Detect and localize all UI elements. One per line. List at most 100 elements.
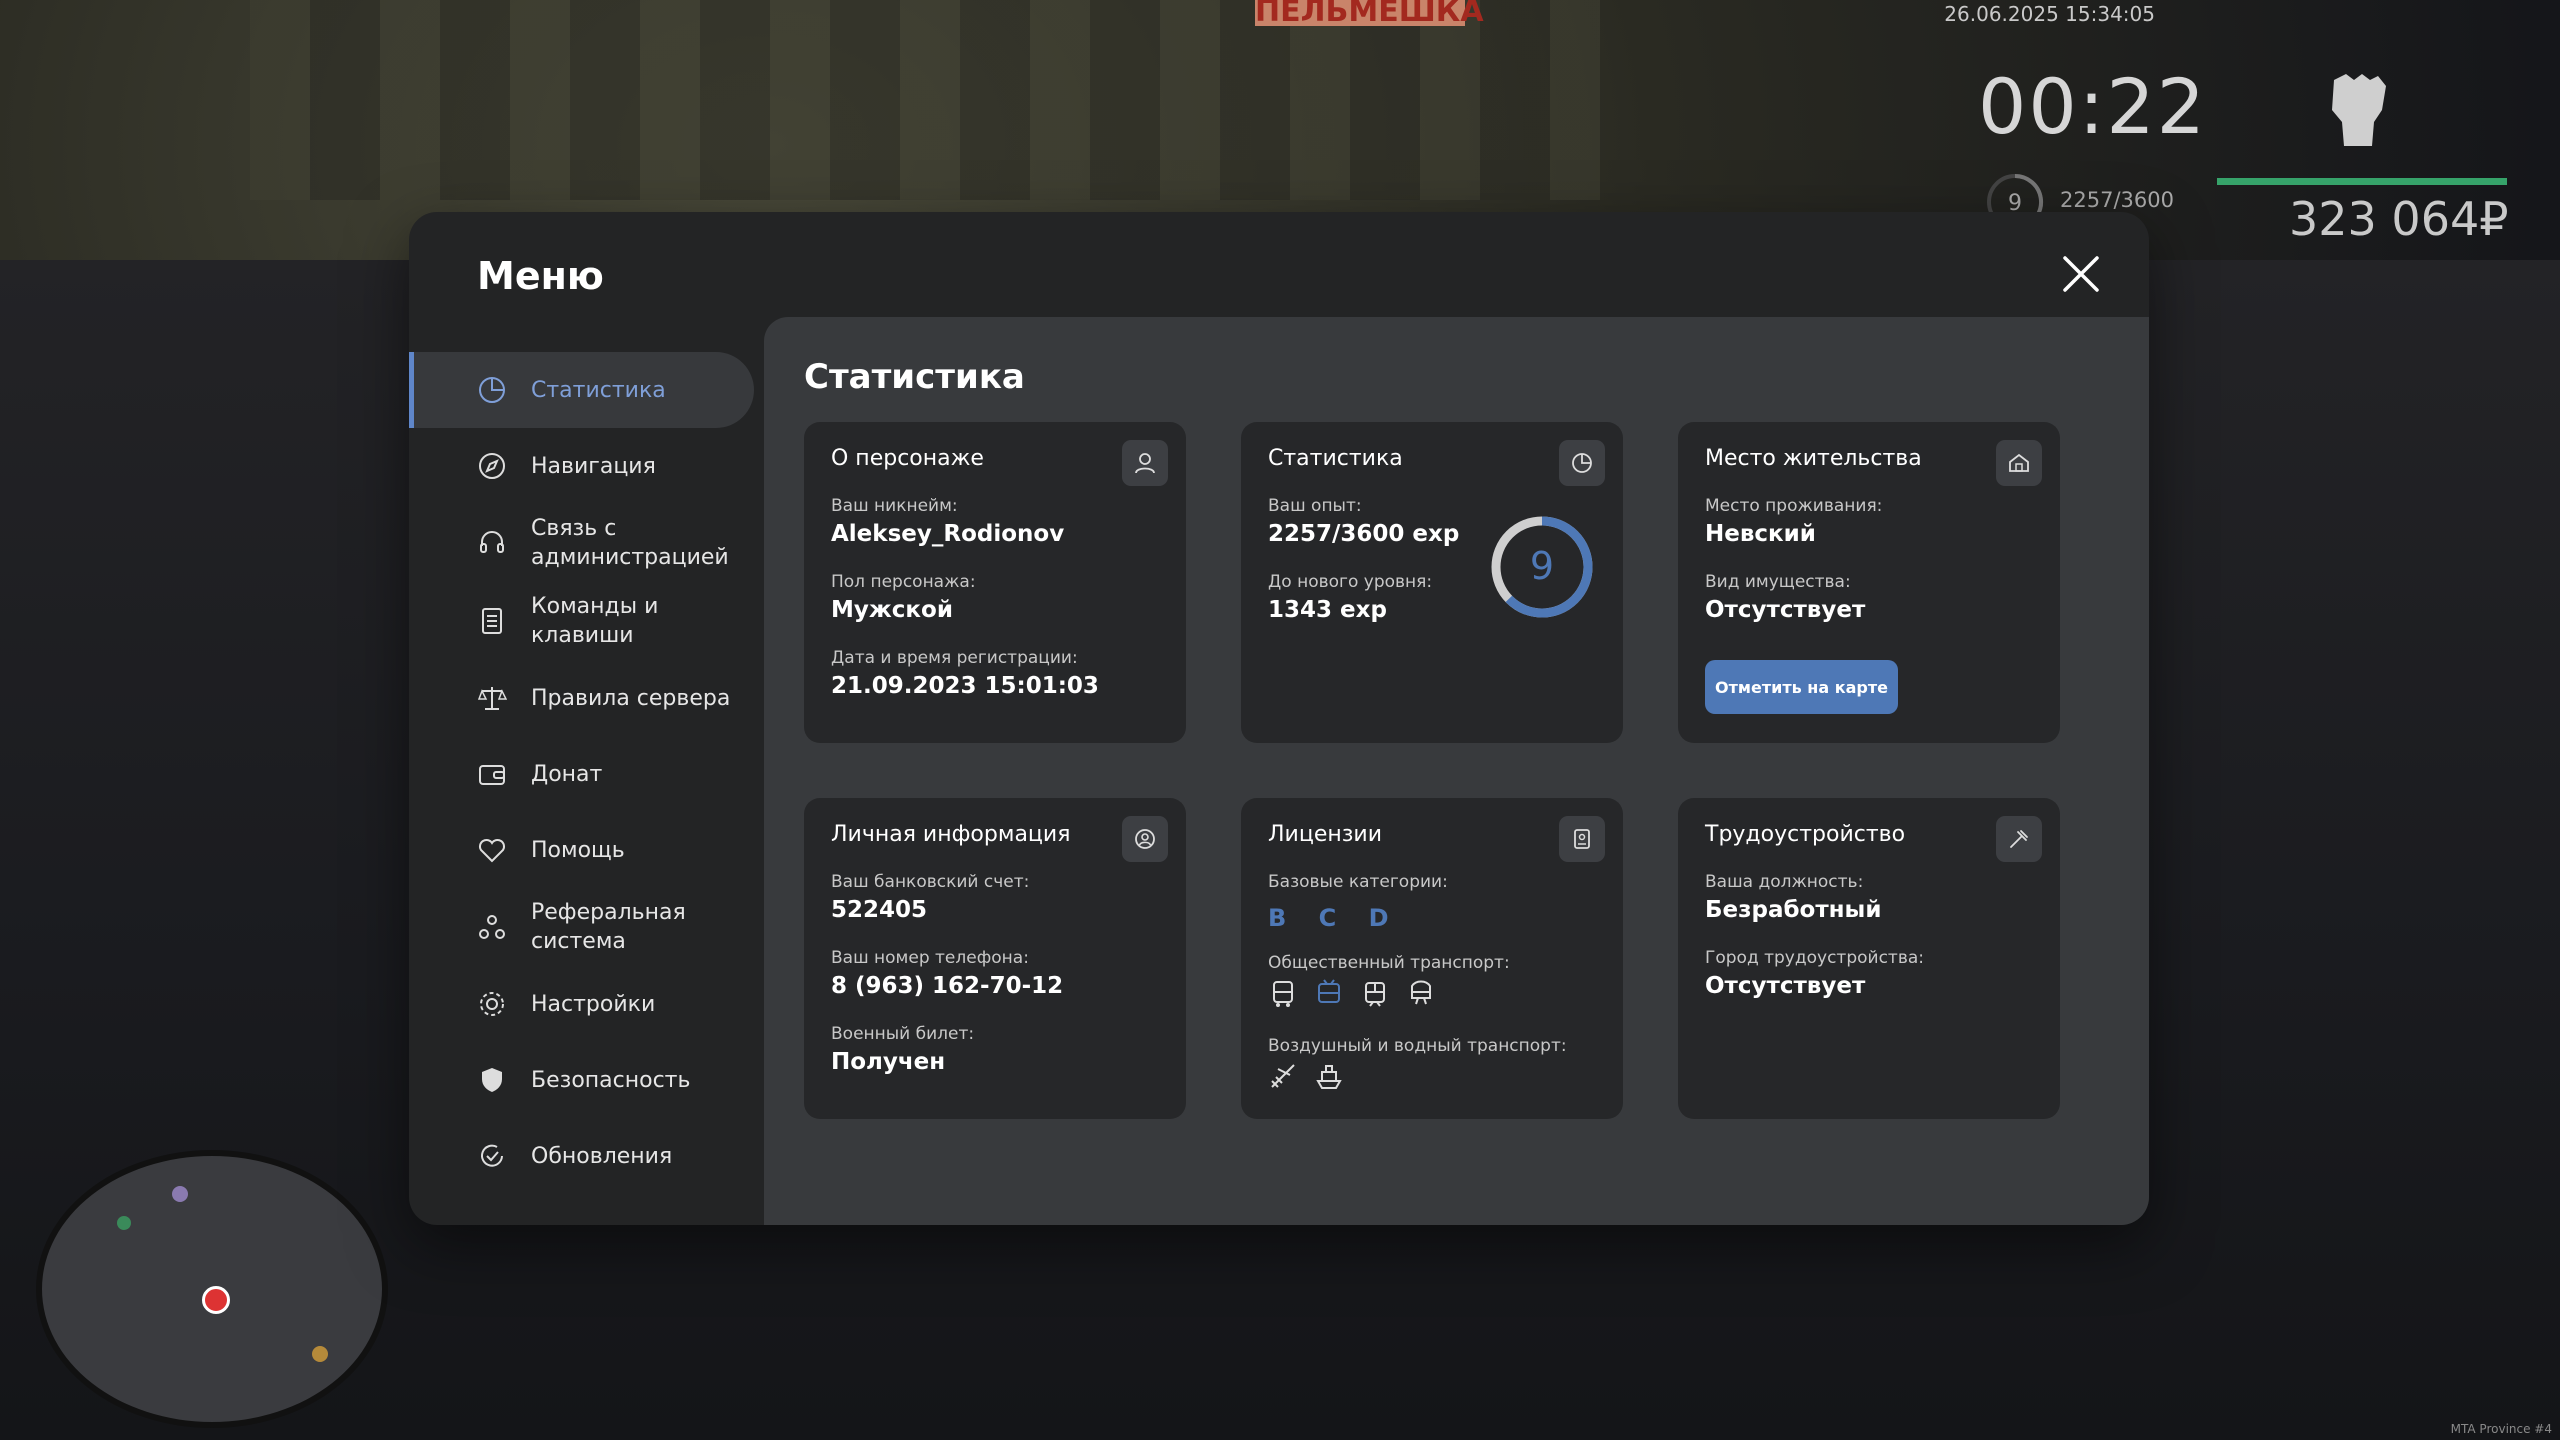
player-marker-icon (202, 1286, 230, 1314)
ship-icon (1316, 1065, 1342, 1089)
card-title: Трудоустройство (1705, 822, 1906, 847)
sidebar-item-commands[interactable]: Команды и клавиши (409, 582, 754, 660)
position-value: Безработный (1705, 897, 1882, 923)
home-icon (2009, 453, 2029, 472)
base-categories-value: B C D (1268, 904, 1401, 932)
air-water-transport-icons (1268, 1061, 1344, 1091)
menu-title: Меню (477, 254, 604, 298)
property-value: Отсутствует (1705, 597, 1866, 623)
building-facade (250, 0, 1600, 200)
sidebar-item-updates[interactable]: Обновления (409, 1118, 754, 1194)
sidebar-item-label: Донат (531, 761, 603, 787)
card-title: Личная информация (831, 822, 1071, 847)
sidebar-item-referral[interactable]: Реферальная система (409, 888, 754, 966)
bus-icon (1273, 981, 1293, 1007)
gear-icon (480, 992, 504, 1016)
referral-icon (479, 915, 505, 939)
card-title: Статистика (1268, 446, 1403, 471)
sidebar-item-rules[interactable]: Правила сервера (409, 660, 754, 736)
nick-value: Aleksey_Rodionov (831, 521, 1065, 547)
position-label: Ваша должность: (1705, 872, 1864, 892)
card-job: Трудоустройство Ваша должность: Безработ… (1678, 798, 2060, 1119)
pie-chart-icon (1572, 453, 1592, 473)
exp-value: 2257/3600 exp (1268, 521, 1460, 547)
level-progress-ring: 9 (1491, 516, 1593, 618)
card-icon (1996, 440, 2042, 486)
close-icon[interactable] (2059, 252, 2103, 296)
reg-value: 21.09.2023 15:01:03 (831, 673, 1099, 699)
card-title: Лицензии (1268, 822, 1383, 847)
sidebar-item-label: Настройки (531, 991, 656, 1017)
sidebar-item-label: Статистика (531, 377, 666, 403)
phone-value: 8 (963) 162-70-12 (831, 973, 1064, 999)
sidebar-item-label: Связь с администрацией (531, 516, 729, 570)
job-city-label: Город трудоустройства: (1705, 948, 1924, 968)
sidebar-item-settings[interactable]: Настройки (409, 966, 754, 1042)
exp-label: Ваш опыт: (1268, 496, 1362, 516)
map-blip-icon (172, 1186, 188, 1202)
gender-value: Мужской (831, 597, 953, 623)
trolleybus-icon (1318, 979, 1340, 1003)
hud-clock: 00:22 (1978, 62, 2208, 151)
next-level-value: 1343 exp (1268, 597, 1387, 623)
card-title: Место жительства (1705, 446, 1922, 471)
phone-label: Ваш номер телефона: (831, 948, 1029, 968)
military-value: Получен (831, 1049, 946, 1075)
job-city-value: Отсутствует (1705, 973, 1866, 999)
sidebar: Статистика Навигация Связь с администрац… (409, 352, 754, 1194)
card-stats: Статистика Ваш опыт: 2257/3600 exp До но… (1241, 422, 1623, 743)
reg-label: Дата и время регистрации: (831, 648, 1078, 668)
sidebar-item-security[interactable]: Безопасность (409, 1042, 754, 1118)
map-blip-icon (312, 1346, 328, 1362)
place-value: Невский (1705, 521, 1816, 547)
base-categories-label: Базовые категории: (1268, 872, 1448, 892)
sidebar-item-label: Навигация (531, 453, 656, 479)
compass-icon (479, 453, 505, 479)
military-label: Военный билет: (831, 1024, 975, 1044)
sidebar-item-donate[interactable]: Донат (409, 736, 754, 812)
card-character: О персонаже Ваш никнейм: Aleksey_Rodiono… (804, 422, 1186, 743)
content-title: Статистика (804, 357, 1025, 397)
shop-sign: ПЕЛЬМЕШКА (1255, 0, 1484, 29)
minimap (36, 1150, 388, 1428)
mark-on-map-button[interactable]: Отметить на карте (1705, 660, 1898, 714)
bank-label: Ваш банковский счет: (831, 872, 1030, 892)
hud-exp: 2257/3600 (2060, 188, 2174, 212)
heart-hand-icon (478, 838, 506, 863)
content-area: Статистика О персонаже Ваш никнейм: Alek… (764, 317, 2149, 1225)
user-icon (1135, 453, 1155, 474)
refresh-icon (481, 1144, 503, 1167)
shield-icon (482, 1068, 502, 1092)
sidebar-item-label: Безопасность (531, 1067, 691, 1093)
public-transport-icons (1268, 978, 1436, 1008)
sidebar-item-statistics[interactable]: Статистика (409, 352, 754, 428)
card-personal: Личная информация Ваш банковский счет: 5… (804, 798, 1186, 1119)
fist-icon (2332, 74, 2386, 146)
card-icon (1122, 816, 1168, 862)
air-water-transport-label: Воздушный и водный транспорт: (1268, 1036, 1567, 1056)
next-level-label: До нового уровня: (1268, 572, 1433, 592)
pie-chart-icon (479, 377, 505, 403)
hammer-icon (2010, 830, 2028, 848)
document-icon (482, 608, 502, 634)
menu-window: Меню Статистика Навигация Связь с админи… (409, 212, 2149, 1225)
card-residence: Место жительства Место проживания: Невск… (1678, 422, 2060, 743)
sidebar-item-label: Помощь (531, 837, 625, 863)
sidebar-item-navigation[interactable]: Навигация (409, 428, 754, 504)
level-number: 9 (1530, 544, 1554, 588)
sidebar-item-help[interactable]: Помощь (409, 812, 754, 888)
user-circle-icon (1135, 829, 1155, 849)
scales-icon (477, 687, 507, 710)
public-transport-label: Общественный транспорт: (1268, 953, 1510, 973)
sidebar-item-admin-contact[interactable]: Связь с администрацией (409, 504, 754, 582)
nick-label: Ваш никнейм: (831, 496, 958, 516)
sidebar-item-label: Правила сервера (531, 685, 731, 711)
hud-health-bar (2217, 178, 2507, 185)
license-icon (1574, 829, 1590, 849)
hud-datetime: 26.06.2025 15:34:05 (1944, 2, 2155, 26)
bank-value: 522405 (831, 897, 928, 923)
sidebar-item-label: Обновления (531, 1143, 673, 1169)
metro-icon (1411, 980, 1431, 1005)
card-icon (1996, 816, 2042, 862)
card-title: О персонаже (831, 446, 984, 471)
